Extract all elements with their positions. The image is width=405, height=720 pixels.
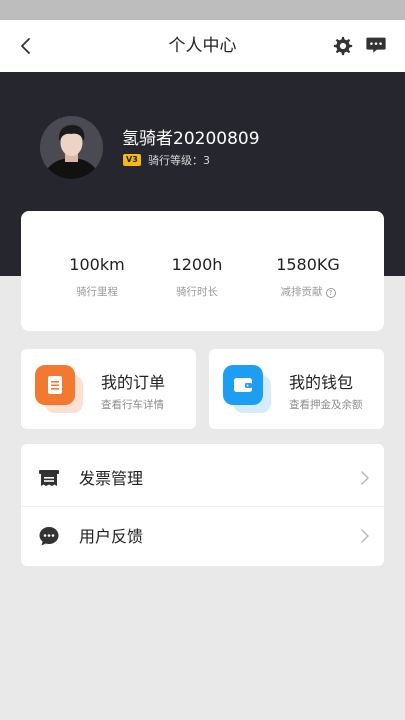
message-icon[interactable]	[365, 34, 387, 56]
stats-card: 100km 骑行里程 1200h 骑行时长 1580KG 减排贡献?	[21, 211, 384, 331]
feedback-icon	[39, 527, 59, 546]
order-icon-wrap	[35, 365, 83, 413]
my-wallet-card[interactable]: 我的钱包 查看押金及余额	[209, 349, 384, 429]
chevron-right-icon	[361, 471, 369, 485]
status-bar	[0, 0, 405, 20]
username: 氢骑者20200809	[122, 129, 260, 149]
action-subtitle: 查看押金及余额	[289, 399, 363, 411]
level-badge: V3	[123, 154, 141, 166]
action-title: 我的钱包	[289, 373, 354, 392]
stat-label: 减排贡献	[280, 286, 323, 298]
action-title: 我的订单	[101, 373, 166, 392]
wallet-icon-wrap	[223, 365, 271, 413]
avatar[interactable]	[40, 116, 103, 179]
menu-item-invoice[interactable]: 发票管理	[21, 450, 384, 507]
stat-emission: 1580KG 减排贡献?	[253, 255, 363, 299]
menu-label: 发票管理	[79, 469, 144, 488]
my-orders-card[interactable]: 我的订单 查看行车详情	[21, 349, 196, 429]
help-icon[interactable]: ?	[325, 288, 336, 298]
stat-duration: 1200h 骑行时长	[142, 255, 252, 299]
chevron-right-icon	[361, 529, 369, 543]
stat-value: 1200h	[171, 255, 223, 274]
order-icon	[35, 365, 75, 405]
stat-value: 100km	[69, 255, 125, 274]
level-text: 骑行等级：3	[148, 154, 210, 167]
invoice-icon	[39, 470, 59, 486]
menu-card: 发票管理 用户反馈	[21, 444, 384, 566]
chevron-left-icon[interactable]	[14, 34, 38, 58]
action-subtitle: 查看行车详情	[101, 399, 164, 411]
gear-icon[interactable]	[332, 35, 354, 57]
stat-mileage: 100km 骑行里程	[42, 255, 152, 299]
stat-value: 1580KG	[276, 255, 340, 274]
stat-label-row: 减排贡献?	[253, 284, 363, 299]
wallet-icon	[223, 365, 263, 405]
menu-label: 用户反馈	[79, 527, 144, 546]
stat-label: 骑行时长	[176, 286, 218, 298]
menu-item-feedback[interactable]: 用户反馈	[21, 508, 384, 565]
nav-bar: 个人中心	[0, 20, 405, 72]
stat-label: 骑行里程	[76, 286, 118, 298]
